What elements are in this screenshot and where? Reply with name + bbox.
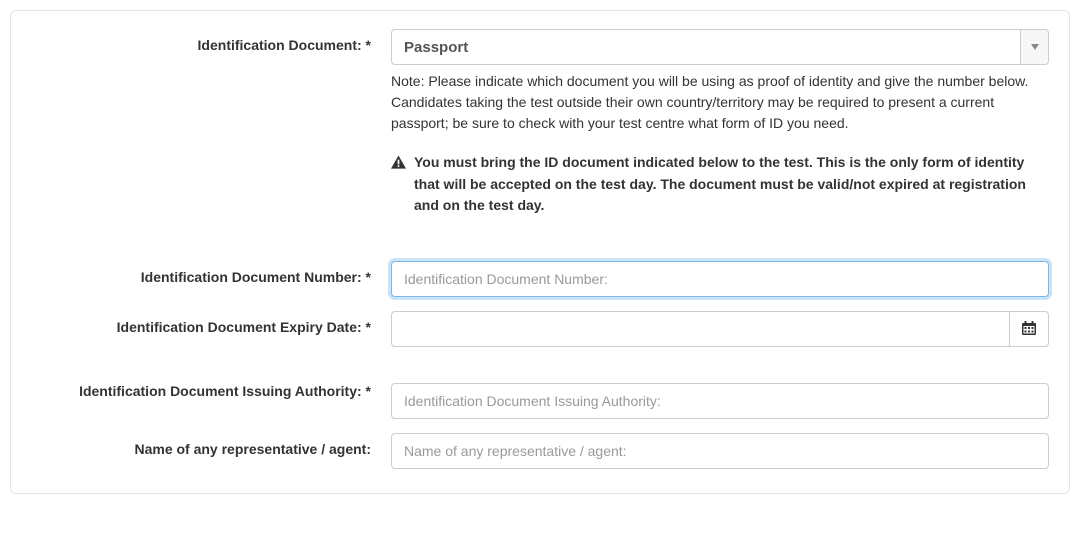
warning-icon	[391, 154, 406, 176]
field-id-document: Passport Note: Please indicate which doc…	[391, 29, 1049, 247]
row-id-document: Identification Document: * Passport Note…	[31, 29, 1049, 247]
label-id-authority: Identification Document Issuing Authorit…	[31, 383, 391, 399]
label-id-document: Identification Document: *	[31, 29, 391, 53]
chevron-down-icon	[1020, 30, 1048, 64]
calendar-icon	[1022, 321, 1036, 338]
label-id-number: Identification Document Number: *	[31, 261, 391, 285]
representative-input[interactable]	[391, 433, 1049, 469]
label-representative: Name of any representative / agent:	[31, 433, 391, 457]
id-document-select[interactable]: Passport	[391, 29, 1049, 65]
label-id-expiry: Identification Document Expiry Date: *	[31, 311, 391, 335]
id-document-select-value: Passport	[392, 30, 1020, 64]
id-document-warning: You must bring the ID document indicated…	[391, 152, 1049, 217]
id-number-input[interactable]	[391, 261, 1049, 297]
id-document-warning-text: You must bring the ID document indicated…	[414, 152, 1049, 217]
id-expiry-date-picker[interactable]	[391, 311, 1049, 347]
id-document-note: Note: Please indicate which document you…	[391, 71, 1049, 134]
row-id-authority: Identification Document Issuing Authorit…	[31, 383, 1049, 419]
row-representative: Name of any representative / agent:	[31, 433, 1049, 469]
id-expiry-input[interactable]	[391, 311, 1009, 347]
calendar-button[interactable]	[1009, 311, 1049, 347]
id-authority-input[interactable]	[391, 383, 1049, 419]
id-document-form-panel: Identification Document: * Passport Note…	[10, 10, 1070, 494]
row-id-expiry: Identification Document Expiry Date: *	[31, 311, 1049, 347]
row-id-number: Identification Document Number: *	[31, 261, 1049, 297]
